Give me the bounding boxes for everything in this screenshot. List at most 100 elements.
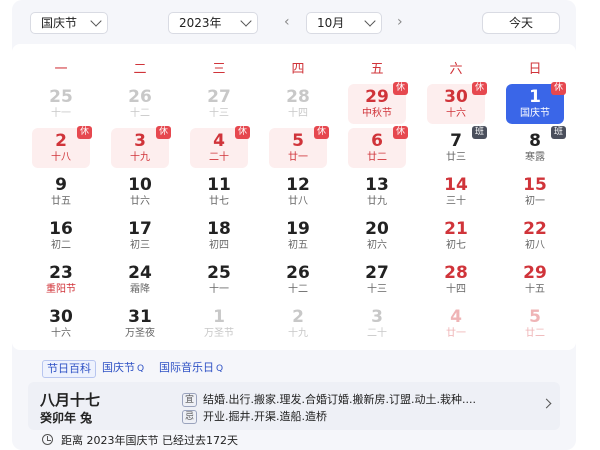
day-cell[interactable]: 29 中秋节休 [348, 82, 408, 124]
day-cell[interactable]: 27 十三 [190, 84, 248, 124]
lunar-label: 廿一 [288, 152, 308, 163]
day-cell[interactable]: 11 廿七 [190, 172, 248, 212]
day-cell[interactable]: 19 初五 [269, 216, 327, 256]
day-cell[interactable]: 7 廿三班 [427, 126, 487, 168]
day-cell[interactable]: 1 万圣节 [190, 304, 248, 344]
day-cell[interactable]: 28 十四 [427, 260, 485, 300]
day-cell[interactable]: 26 十二 [269, 260, 327, 300]
day-cell[interactable]: 18 初四 [190, 216, 248, 256]
day-cell[interactable]: 5 廿二 [506, 304, 564, 344]
day-cell[interactable]: 30 十六休 [427, 82, 487, 124]
lunar-label: 廿六 [130, 196, 150, 207]
weekday-header: 三 [212, 62, 226, 77]
day-number: 13 [365, 175, 389, 195]
day-cell[interactable]: 3 十九休 [111, 126, 171, 168]
day-cell[interactable]: 17 初三 [111, 216, 169, 256]
day-cell[interactable]: 22 初八 [506, 216, 564, 256]
day-cell[interactable]: 23 重阳节 [32, 260, 90, 300]
day-number: 25 [49, 87, 73, 107]
clock-icon [42, 434, 53, 445]
ji-text: 开业.掘井.开渠.造船.造桥 [203, 410, 327, 423]
day-number: 10 [128, 175, 152, 195]
day-cell[interactable]: 4 二十休 [190, 126, 250, 168]
day-cell[interactable]: 25 十一 [32, 84, 90, 124]
rest-badge: 休 [393, 126, 408, 139]
day-number: 25 [207, 263, 231, 283]
music-day-tag[interactable]: 国际音乐日 Q [159, 360, 223, 377]
almanac-panel[interactable]: 八月十七 癸卯年 兔 宜结婚.出行.搬家.理发.合婚订婚.搬新房.订盟.动土.栽… [28, 382, 560, 430]
lunar-label: 廿二 [525, 328, 545, 339]
countdown: 距离 2023年国庆节 已经过去172天 [42, 432, 238, 448]
day-cell[interactable]: 10 廿六 [111, 172, 169, 212]
yi-row: 宜结婚.出行.搬家.理发.合婚订婚.搬新房.订盟.动土.栽种.... [182, 391, 476, 407]
chevron-down-icon [240, 15, 252, 27]
rest-badge: 休 [77, 126, 92, 139]
lunar-label: 十一 [209, 284, 229, 295]
lunar-label: 寒露 [525, 152, 545, 163]
day-cell[interactable]: 16 初二 [32, 216, 90, 256]
day-cell[interactable]: 15 初一 [506, 172, 564, 212]
lunar-label: 初七 [446, 240, 466, 251]
day-cell[interactable]: 6 廿二休 [348, 126, 408, 168]
day-cell[interactable]: 27 十三 [348, 260, 406, 300]
lunar-label: 初三 [130, 240, 150, 251]
calendar-header: 国庆节 2023年 ‹ 10月 › 今天 [12, 0, 576, 44]
day-number: 28 [444, 263, 468, 283]
day-cell[interactable]: 30 十六 [32, 304, 90, 344]
lunar-label: 廿二 [367, 152, 387, 163]
holiday-select[interactable]: 国庆节 [30, 12, 108, 34]
day-number: 1 [213, 307, 225, 327]
day-number: 11 [207, 175, 231, 195]
day-number: 3 [371, 307, 383, 327]
lunar-label: 十九 [130, 152, 150, 163]
lunar-label: 廿九 [367, 196, 387, 207]
day-cell[interactable]: 5 廿一休 [269, 126, 329, 168]
lunar-label: 十八 [51, 152, 71, 163]
next-month-button[interactable]: › [397, 14, 403, 30]
day-number: 5 [529, 307, 541, 327]
lunar-label: 初五 [288, 240, 308, 251]
today-button[interactable]: 今天 [482, 12, 560, 34]
lunar-label: 二十 [209, 152, 229, 163]
month-select[interactable]: 10月 [306, 12, 382, 34]
day-cell[interactable]: 21 初七 [427, 216, 485, 256]
day-cell[interactable]: 14 三十 [427, 172, 485, 212]
lunar-label: 万圣节 [204, 328, 234, 339]
day-cell[interactable]: 9 廿五 [32, 172, 90, 212]
day-cell[interactable]: 31 万圣夜 [111, 304, 169, 344]
year-select[interactable]: 2023年 [168, 12, 258, 34]
rest-badge: 休 [314, 126, 329, 139]
day-cell[interactable]: 1 国庆节休 [506, 82, 566, 124]
day-cell[interactable]: 28 十四 [269, 84, 327, 124]
lunar-label: 十五 [525, 284, 545, 295]
day-cell[interactable]: 3 二十 [348, 304, 406, 344]
day-cell[interactable]: 2 十八休 [32, 126, 92, 168]
lunar-label: 廿八 [288, 196, 308, 207]
day-cell[interactable]: 20 初六 [348, 216, 406, 256]
day-cell[interactable]: 29 十五 [506, 260, 564, 300]
day-number: 24 [128, 263, 152, 283]
chevron-right-icon[interactable] [541, 398, 552, 409]
rest-badge: 休 [393, 82, 408, 95]
day-number: 27 [207, 87, 231, 107]
day-cell[interactable]: 26 十二 [111, 84, 169, 124]
day-cell[interactable]: 2 十九 [269, 304, 327, 344]
lunar-label: 十二 [288, 284, 308, 295]
lunar-date: 八月十七 [40, 391, 101, 409]
rest-badge: 休 [156, 126, 171, 139]
day-cell[interactable]: 25 十一 [190, 260, 248, 300]
ganzhi-year: 癸卯年 兔 [40, 411, 93, 425]
day-number: 29 [523, 263, 547, 283]
day-cell[interactable]: 4 廿一 [427, 304, 485, 344]
day-cell[interactable]: 13 廿九 [348, 172, 406, 212]
prev-month-button[interactable]: ‹ [284, 14, 290, 30]
day-cell[interactable]: 12 廿八 [269, 172, 327, 212]
day-cell[interactable]: 24 霜降 [111, 260, 169, 300]
lunar-label: 十一 [51, 108, 71, 119]
lunar-label: 十四 [446, 284, 466, 295]
calendar-grid: 一二三四五六日 25 十一 26 十二 27 十三 28 十四 29 中秋节休 30 十六休 1 国庆节休 2… [12, 44, 576, 350]
day-cell[interactable]: 8 寒露班 [506, 126, 566, 168]
national-day-tag[interactable]: 国庆节 Q [102, 360, 144, 377]
lunar-label: 国庆节 [520, 108, 550, 119]
encyclopedia-tag[interactable]: 节日百科 [42, 360, 96, 378]
